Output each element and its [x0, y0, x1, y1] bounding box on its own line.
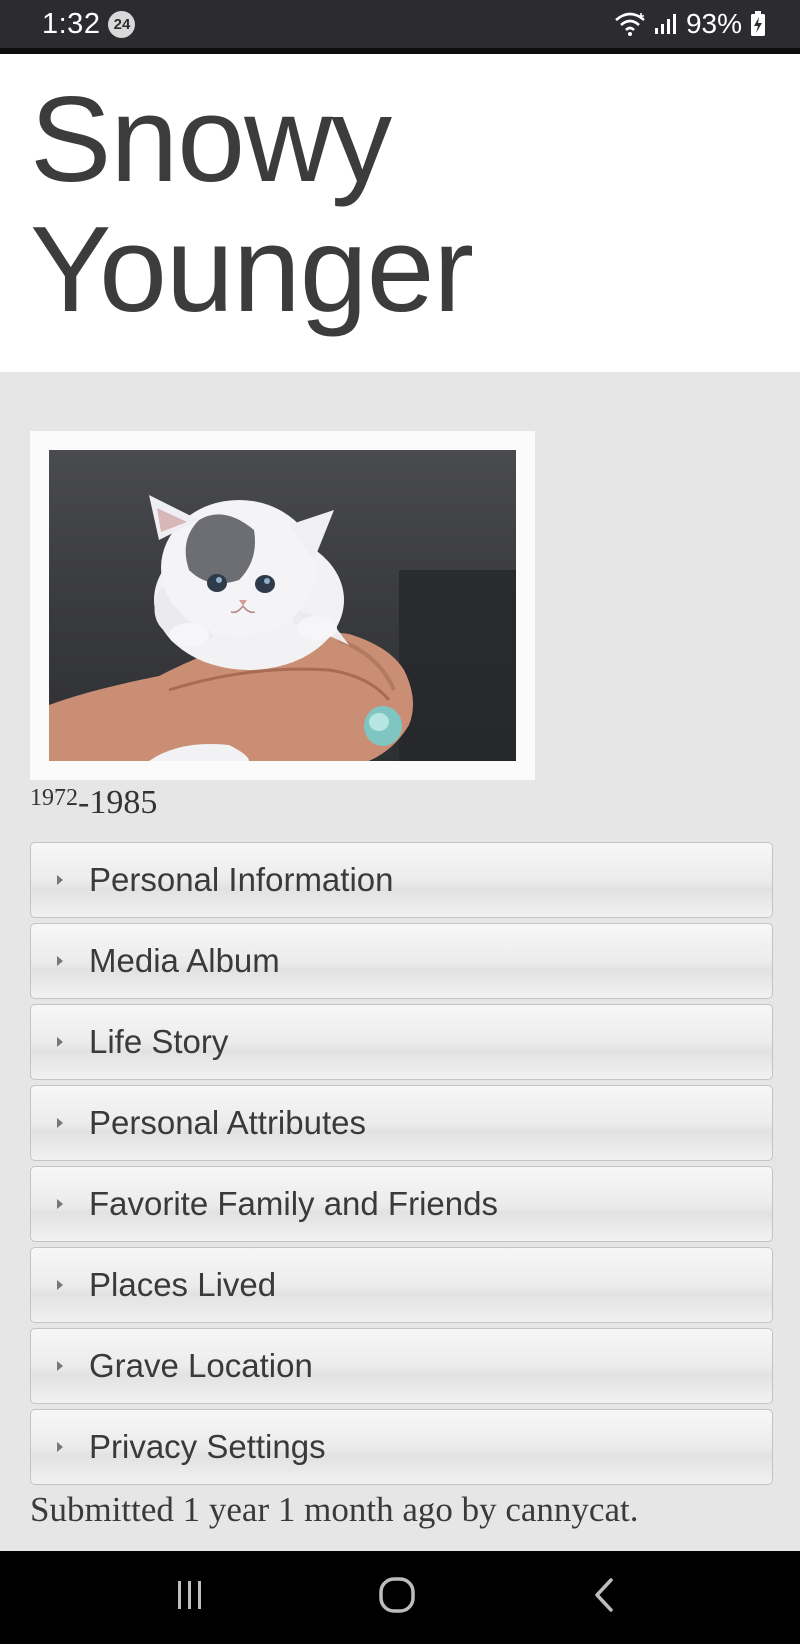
title-line-first: Snowy [30, 71, 392, 207]
section-label: Grave Location [89, 1347, 313, 1384]
section-accordion: Personal Information Media Album Life St… [30, 842, 773, 1490]
home-icon [377, 1575, 417, 1620]
section-label: Personal Attributes [89, 1104, 366, 1141]
caret-right-icon [57, 956, 63, 966]
date-dash: - [78, 784, 90, 821]
notification-badge: 24 [108, 10, 136, 38]
battery-percent: 93% [685, 8, 742, 39]
system-nav-bar [0, 1551, 800, 1644]
section-label: Life Story [89, 1023, 229, 1060]
section-label: Media Album [89, 942, 280, 979]
section-life-story[interactable]: Life Story [30, 1004, 773, 1080]
profile-photo-frame[interactable] [30, 431, 535, 780]
caret-right-icon [57, 1199, 63, 1209]
section-personal-attributes[interactable]: Personal Attributes [30, 1085, 773, 1161]
battery-charging-icon [750, 11, 766, 37]
page-title: Snowy Younger [30, 74, 770, 334]
submitted-note: Submitted 1 year 1 month ago by cannycat… [30, 1490, 639, 1529]
caret-right-icon [57, 875, 63, 885]
section-places-lived[interactable]: Places Lived [30, 1247, 773, 1323]
wifi-icon [614, 12, 646, 36]
title-header: Snowy Younger [0, 54, 800, 372]
section-label: Personal Information [89, 861, 394, 898]
home-button[interactable] [357, 1551, 437, 1644]
recent-apps-icon [174, 1579, 206, 1616]
status-bar: 1:32 24 93% [0, 0, 800, 48]
kitten-photo [49, 450, 516, 761]
caret-right-icon [57, 1118, 63, 1128]
status-time: 1:32 [42, 7, 101, 40]
title-line-last: Younger [30, 201, 474, 337]
caret-right-icon [57, 1280, 63, 1290]
section-personal-information[interactable]: Personal Information [30, 842, 773, 918]
section-favorite-family-friends[interactable]: Favorite Family and Friends [30, 1166, 773, 1242]
section-label: Favorite Family and Friends [89, 1185, 498, 1222]
section-label: Privacy Settings [89, 1428, 326, 1465]
caret-right-icon [57, 1037, 63, 1047]
back-icon [591, 1577, 619, 1618]
section-media-album[interactable]: Media Album [30, 923, 773, 999]
caret-right-icon [57, 1442, 63, 1452]
back-button[interactable] [565, 1551, 645, 1644]
section-privacy-settings[interactable]: Privacy Settings [30, 1409, 773, 1485]
status-left: 1:32 24 [42, 7, 136, 41]
section-grave-location[interactable]: Grave Location [30, 1328, 773, 1404]
birth-year: 1972 [30, 785, 78, 811]
signal-icon [654, 12, 678, 36]
recent-apps-button[interactable] [150, 1551, 230, 1644]
caret-right-icon [57, 1361, 63, 1371]
life-dates: 1972-1985 [30, 784, 157, 822]
status-right: 93% [614, 8, 766, 40]
death-year: 1985 [89, 784, 158, 821]
section-label: Places Lived [89, 1266, 277, 1303]
